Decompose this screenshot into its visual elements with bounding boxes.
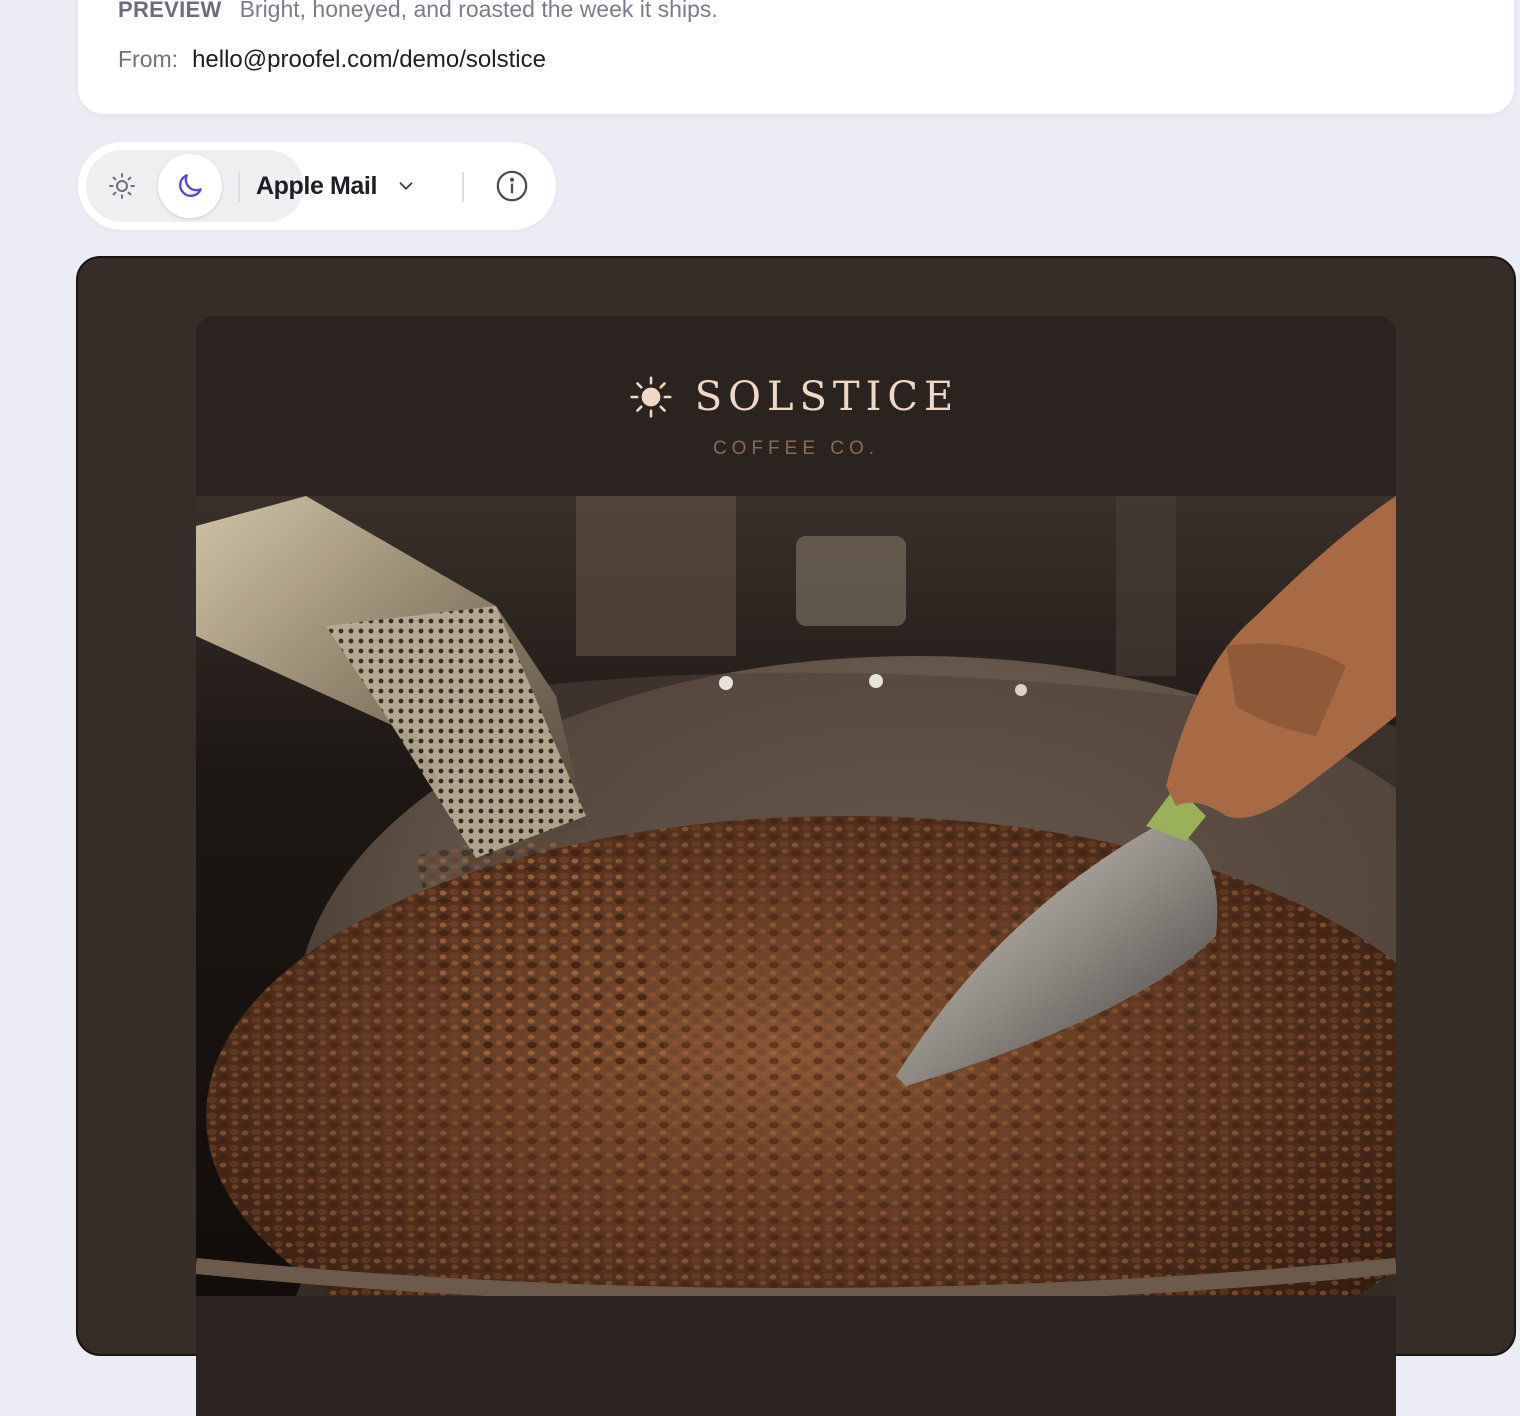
toolbar-divider <box>238 172 240 202</box>
brand-name: SOLSTICE <box>694 374 960 420</box>
dark-mode-button[interactable] <box>158 154 222 218</box>
info-button[interactable] <box>490 164 534 208</box>
from-row: From: hello@proofel.com/demo/solstice <box>118 46 546 74</box>
preview-label: PREVIEW <box>118 0 222 22</box>
preview-row: PREVIEW Bright, honeyed, and roasted the… <box>118 0 718 26</box>
from-address: hello@proofel.com/demo/solstice <box>192 46 546 73</box>
email-body: SOLSTICE COFFEE CO. <box>196 316 1396 1416</box>
info-icon <box>496 170 528 202</box>
sun-icon <box>109 173 135 199</box>
moon-icon <box>179 174 202 197</box>
toolbar-divider <box>462 172 464 202</box>
from-label: From: <box>118 46 179 72</box>
email-preview-frame: SOLSTICE COFFEE CO. <box>76 256 1516 1416</box>
chevron-down-icon <box>399 182 413 190</box>
brand-header: SOLSTICE <box>194 374 1394 420</box>
light-mode-button[interactable] <box>90 154 154 218</box>
hero-image <box>196 496 1396 1296</box>
preview-toolbar: Apple Mail <box>78 142 556 230</box>
email-client-dropdown[interactable]: Apple Mail <box>256 156 417 216</box>
email-client-label: Apple Mail <box>256 171 378 200</box>
preview-text: Bright, honeyed, and roasted the week it… <box>239 0 718 22</box>
sun-icon <box>630 376 672 418</box>
brand-tagline: COFFEE CO. <box>712 438 880 459</box>
